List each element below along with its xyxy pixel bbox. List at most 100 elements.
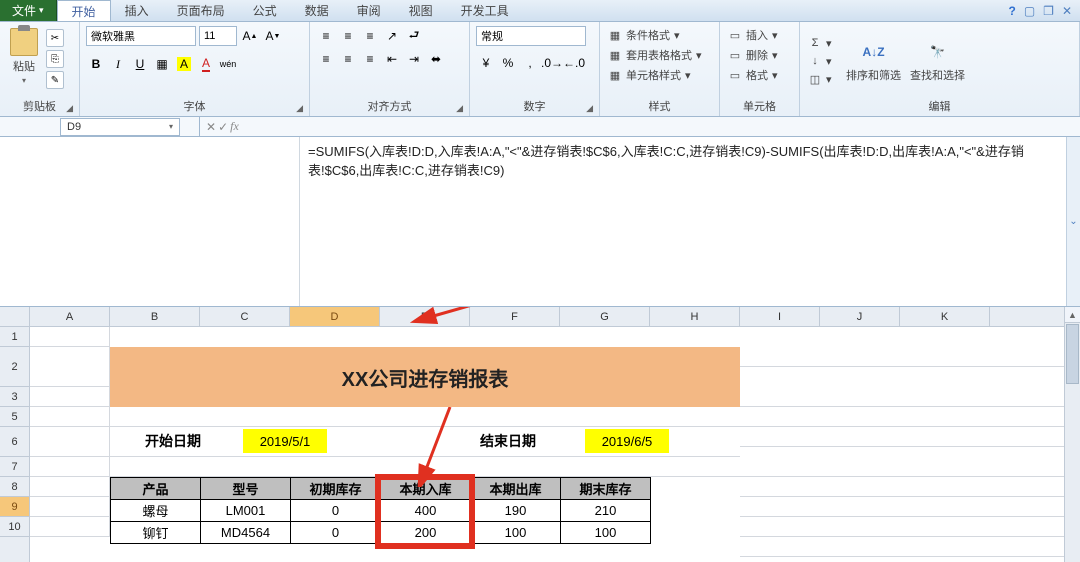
col-header[interactable]: B bbox=[110, 307, 200, 326]
row-header[interactable]: 7 bbox=[0, 457, 29, 477]
underline-button[interactable]: U bbox=[130, 54, 150, 74]
accounting-format-icon[interactable]: ¥ bbox=[476, 53, 496, 73]
increase-decimal-icon[interactable]: .0→ bbox=[542, 53, 562, 73]
scroll-thumb[interactable] bbox=[1066, 324, 1079, 384]
vertical-scrollbar[interactable]: ▲ bbox=[1064, 307, 1080, 562]
col-header[interactable]: E bbox=[380, 307, 470, 326]
align-middle-icon[interactable]: ≡ bbox=[338, 26, 358, 46]
font-launcher[interactable]: ◢ bbox=[296, 103, 303, 114]
increase-indent-icon[interactable]: ⇥ bbox=[404, 49, 424, 69]
fill-color-button[interactable]: A bbox=[174, 54, 194, 74]
col-header[interactable]: D bbox=[290, 307, 380, 326]
window-restore-icon[interactable]: ❐ bbox=[1043, 4, 1054, 18]
tab-view[interactable]: 视图 bbox=[395, 0, 447, 21]
col-header[interactable]: C bbox=[200, 307, 290, 326]
clear-button[interactable]: ◫▾ bbox=[806, 71, 834, 87]
table-format-button[interactable]: ▦套用表格格式 ▾ bbox=[606, 46, 704, 64]
delete-cells-button[interactable]: ▭删除 ▾ bbox=[726, 46, 780, 64]
formula-bar[interactable]: =SUMIFS(入库表!D:D,入库表!A:A,"<"&进存销表!$C$6,入库… bbox=[300, 137, 1066, 306]
find-select-button[interactable]: 🔭 查找和选择 bbox=[908, 36, 968, 87]
clipboard-launcher[interactable]: ◢ bbox=[66, 103, 73, 114]
end-date-value[interactable]: 2019/6/5 bbox=[585, 429, 669, 453]
clipboard-icon bbox=[10, 28, 38, 56]
row-header[interactable]: 9 bbox=[0, 497, 29, 517]
comma-format-icon[interactable]: , bbox=[520, 53, 540, 73]
percent-format-icon[interactable]: % bbox=[498, 53, 518, 73]
formula-expand-handle[interactable] bbox=[1066, 137, 1080, 306]
italic-button[interactable]: I bbox=[108, 54, 128, 74]
col-header[interactable]: F bbox=[470, 307, 560, 326]
sort-filter-button[interactable]: A↓Z 排序和筛选 bbox=[844, 36, 904, 87]
tab-insert[interactable]: 插入 bbox=[111, 0, 163, 21]
fill-button[interactable]: ↓▾ bbox=[806, 53, 834, 69]
col-header[interactable]: A bbox=[30, 307, 110, 326]
window-close-icon[interactable]: ✕ bbox=[1062, 4, 1072, 18]
font-color-button[interactable]: A bbox=[196, 54, 216, 74]
tab-formulas[interactable]: 公式 bbox=[239, 0, 291, 21]
table-row[interactable]: 铆钉MD45640200100100 bbox=[111, 522, 651, 544]
phonetic-button[interactable]: wén bbox=[218, 54, 238, 74]
row-header[interactable]: 8 bbox=[0, 477, 29, 497]
paste-button[interactable]: 粘贴 ▾ bbox=[6, 26, 42, 87]
ribbon-group-cells: ▭插入 ▾ ▭删除 ▾ ▭格式 ▾ 单元格 bbox=[720, 22, 800, 116]
row-header[interactable]: 2 bbox=[0, 347, 29, 387]
cut-button[interactable]: ✂ bbox=[46, 29, 64, 47]
data-table: 产品型号初期库存本期入库本期出库期末库存 螺母LM0010400190210 铆… bbox=[110, 477, 651, 544]
row-header[interactable]: 5 bbox=[0, 407, 29, 427]
col-header[interactable]: J bbox=[820, 307, 900, 326]
border-button[interactable]: ▦ bbox=[152, 54, 172, 74]
format-cells-button[interactable]: ▭格式 ▾ bbox=[726, 66, 780, 84]
name-box[interactable]: D9 ▾ bbox=[60, 118, 180, 136]
increase-font-icon[interactable]: A▲ bbox=[240, 26, 260, 46]
wrap-text-icon[interactable]: ⮐ bbox=[404, 26, 424, 46]
align-top-icon[interactable]: ≡ bbox=[316, 26, 336, 46]
conditional-format-button[interactable]: ▦条件格式 ▾ bbox=[606, 26, 704, 44]
copy-button[interactable]: ⎘ bbox=[46, 50, 64, 68]
accept-formula-icon[interactable]: ✓ bbox=[218, 120, 228, 134]
col-header[interactable]: G bbox=[560, 307, 650, 326]
align-launcher[interactable]: ◢ bbox=[456, 103, 463, 114]
font-family-select[interactable] bbox=[86, 26, 196, 46]
align-right-icon[interactable]: ≡ bbox=[360, 49, 380, 69]
tab-page-layout[interactable]: 页面布局 bbox=[163, 0, 239, 21]
cell-style-button[interactable]: ▦单元格样式 ▾ bbox=[606, 66, 704, 84]
decrease-decimal-icon[interactable]: ←.0 bbox=[564, 53, 584, 73]
col-header[interactable]: I bbox=[740, 307, 820, 326]
row-header[interactable]: 6 bbox=[0, 427, 29, 457]
number-format-select[interactable] bbox=[476, 26, 586, 46]
fx-icon[interactable]: fx bbox=[230, 119, 239, 134]
tab-review[interactable]: 审阅 bbox=[343, 0, 395, 21]
autosum-button[interactable]: Σ▾ bbox=[806, 35, 834, 51]
cancel-formula-icon[interactable]: ✕ bbox=[206, 120, 216, 134]
format-painter-button[interactable]: ✎ bbox=[46, 71, 64, 89]
align-bottom-icon[interactable]: ≡ bbox=[360, 26, 380, 46]
minimize-ribbon-icon[interactable]: ▢ bbox=[1024, 4, 1035, 18]
merge-center-icon[interactable]: ⬌ bbox=[426, 49, 446, 69]
insert-cells-icon: ▭ bbox=[728, 28, 742, 42]
font-size-select[interactable] bbox=[199, 26, 237, 46]
row-header[interactable]: 10 bbox=[0, 517, 29, 537]
conditional-format-icon: ▦ bbox=[608, 28, 622, 42]
number-launcher[interactable]: ◢ bbox=[586, 103, 593, 114]
tab-developer[interactable]: 开发工具 bbox=[447, 0, 523, 21]
select-all-corner[interactable] bbox=[0, 307, 29, 327]
align-center-icon[interactable]: ≡ bbox=[338, 49, 358, 69]
table-row[interactable]: 螺母LM0010400190210 bbox=[111, 500, 651, 522]
tab-data[interactable]: 数据 bbox=[291, 0, 343, 21]
align-left-icon[interactable]: ≡ bbox=[316, 49, 336, 69]
tab-home[interactable]: 开始 bbox=[57, 0, 111, 21]
insert-cells-button[interactable]: ▭插入 ▾ bbox=[726, 26, 780, 44]
cells-area[interactable]: XX公司进存销报表 开始日期 2019/5/1 结束日期 2019/6/5 产品… bbox=[30, 327, 1080, 537]
scroll-up-icon[interactable]: ▲ bbox=[1065, 307, 1080, 323]
bold-button[interactable]: B bbox=[86, 54, 106, 74]
help-icon[interactable]: ? bbox=[1008, 4, 1015, 18]
col-header[interactable]: H bbox=[650, 307, 740, 326]
start-date-value[interactable]: 2019/5/1 bbox=[243, 429, 327, 453]
decrease-font-icon[interactable]: A▼ bbox=[263, 26, 283, 46]
row-header[interactable]: 1 bbox=[0, 327, 29, 347]
decrease-indent-icon[interactable]: ⇤ bbox=[382, 49, 402, 69]
col-header[interactable]: K bbox=[900, 307, 990, 326]
tab-file[interactable]: 文件 ▾ bbox=[0, 0, 57, 21]
orientation-icon[interactable]: ↗ bbox=[382, 26, 402, 46]
row-header[interactable]: 3 bbox=[0, 387, 29, 407]
